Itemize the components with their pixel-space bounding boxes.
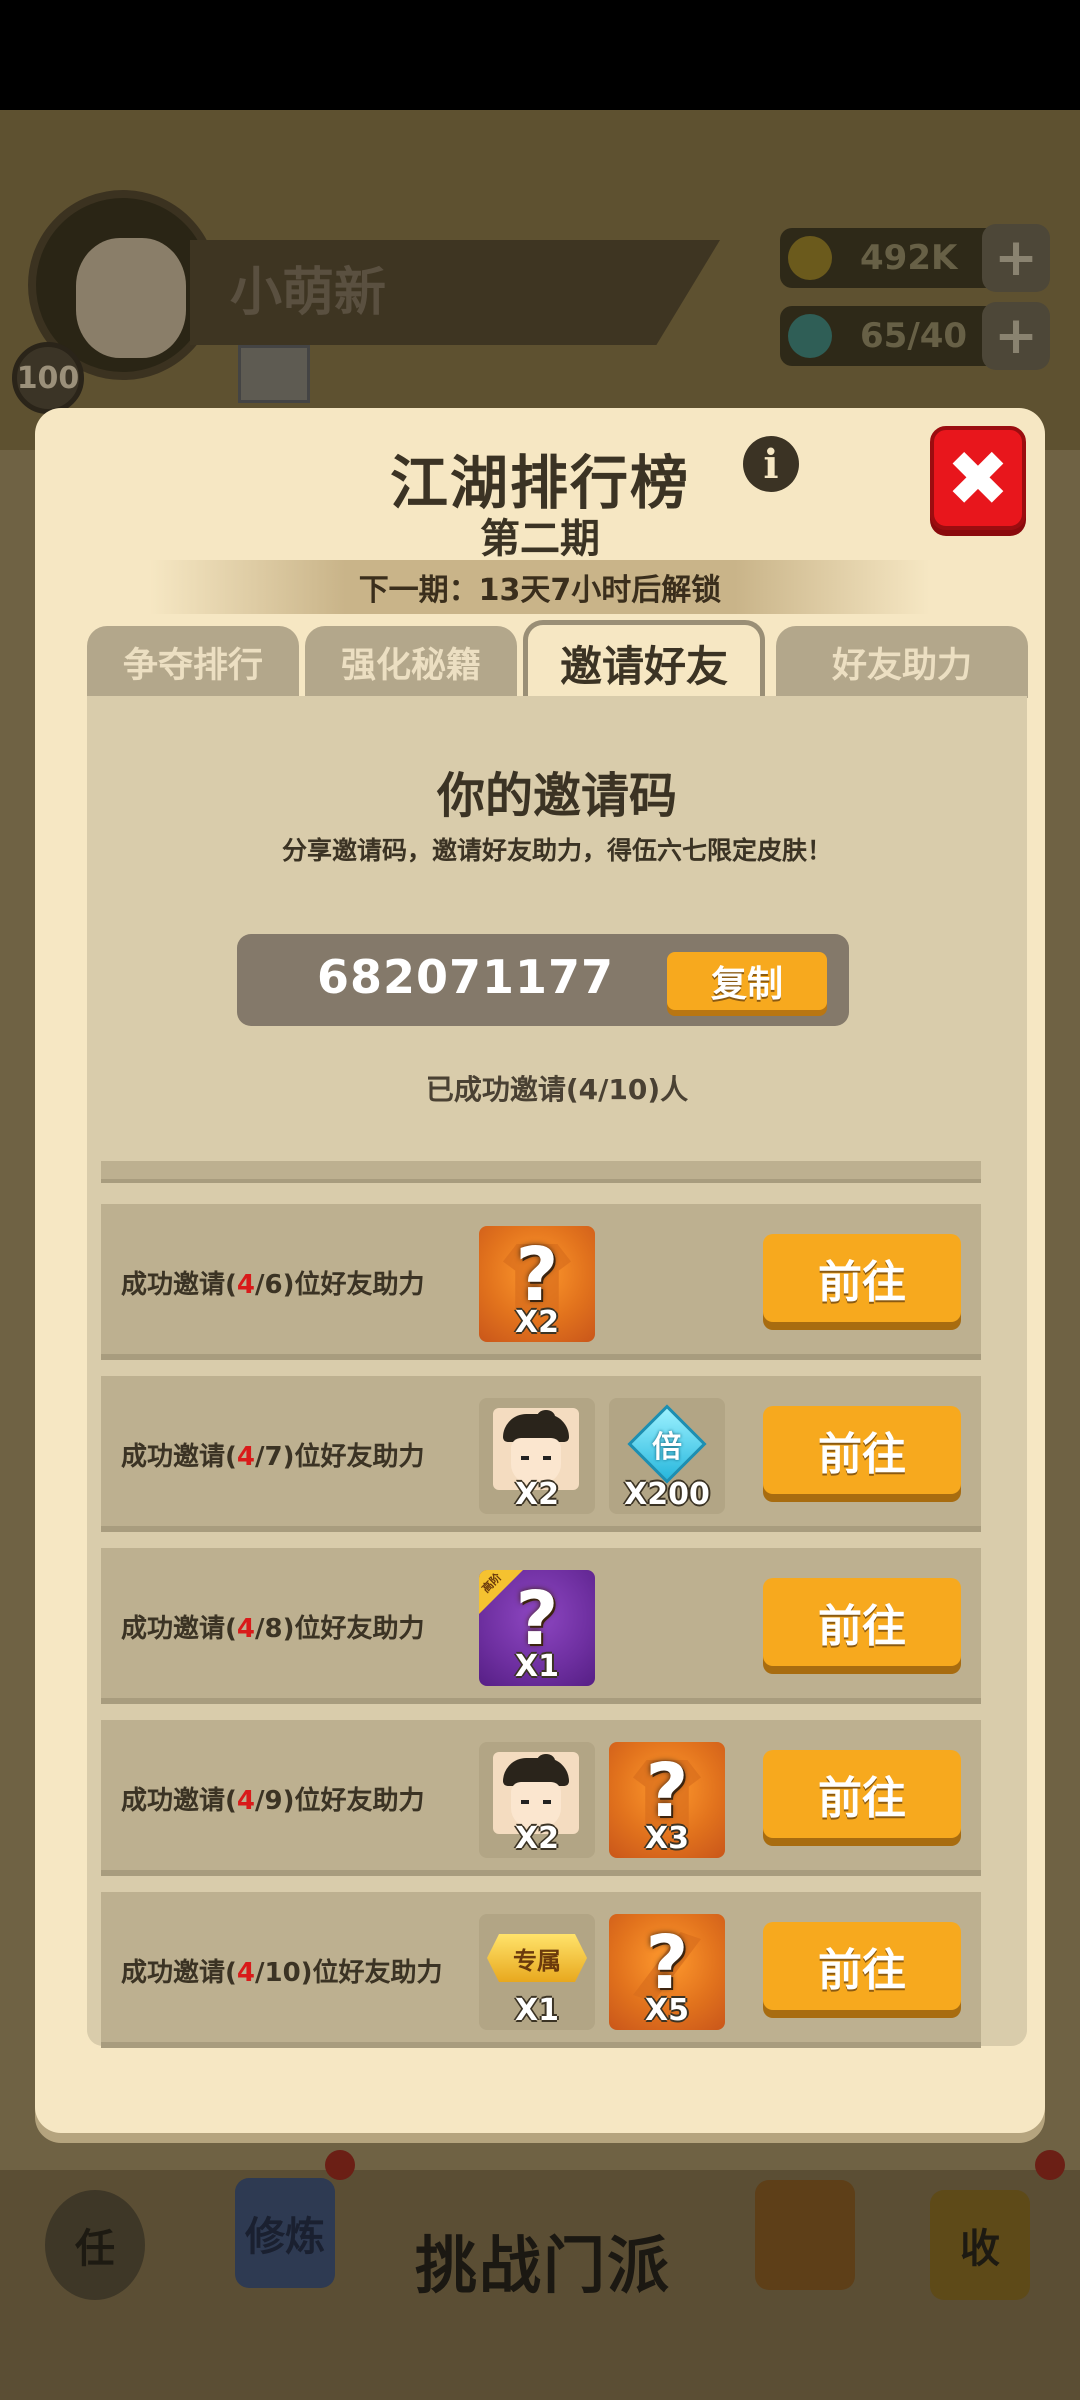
milestone-label: 成功邀请(4/7)位好友助力 bbox=[121, 1442, 425, 1472]
reward-quantity: X200 bbox=[624, 1477, 710, 1512]
current-count: 4 bbox=[236, 1270, 255, 1300]
info-icon[interactable]: i bbox=[743, 436, 799, 492]
stamina-resource: 65/40 + bbox=[780, 302, 1050, 370]
exclusive-badge-icon: 专属 bbox=[487, 1934, 587, 1982]
reward-multiplier-gem[interactable]: 倍 X200 bbox=[609, 1398, 725, 1514]
practice-notification-dot bbox=[325, 2150, 355, 2180]
player-name: 小萌新 bbox=[230, 263, 387, 323]
goto-button[interactable]: 前往 bbox=[763, 1922, 961, 2010]
practice-nav-icon[interactable]: 修炼 bbox=[235, 2178, 335, 2288]
current-count: 4 bbox=[236, 1614, 255, 1644]
unlock-notice: 下一期：13天7小时后解锁 bbox=[150, 560, 930, 614]
modal-subtitle: 第二期 bbox=[480, 516, 600, 562]
reward-quantity: X1 bbox=[514, 1649, 559, 1684]
reward-quantity: X3 bbox=[644, 1821, 689, 1856]
reward-quantity: X5 bbox=[644, 1993, 689, 2028]
invite-code: 682071177 bbox=[317, 950, 615, 1004]
list-item-partial bbox=[101, 1161, 981, 1183]
reward-character-portrait[interactable]: X2 bbox=[479, 1742, 595, 1858]
current-count: 4 bbox=[236, 1958, 255, 1988]
tab-ranking[interactable]: 争夺排行 bbox=[87, 626, 299, 698]
goto-button[interactable]: 前往 bbox=[763, 1406, 961, 1494]
level-badge: 100 bbox=[12, 342, 84, 414]
gold-value: 492K bbox=[860, 238, 958, 278]
tab-friend-assist[interactable]: 好友助力 bbox=[776, 626, 1028, 698]
milestone-label: 成功邀请(4/10)位好友助力 bbox=[121, 1958, 443, 1988]
task-nav-icon[interactable]: 任 bbox=[45, 2190, 145, 2300]
player-header: 100 小萌新 492K + 65/40 + bbox=[0, 110, 1080, 450]
tab-enhance-secrets[interactable]: 强化秘籍 bbox=[305, 626, 517, 698]
current-count: 4 bbox=[236, 1442, 255, 1472]
gold-coin-icon bbox=[788, 236, 832, 280]
stamina-drop-icon bbox=[788, 314, 832, 358]
invite-panel: 你的邀请码 分享邀请码，邀请好友助力，得伍六七限定皮肤！ 682071177 复… bbox=[87, 696, 1027, 2048]
invite-code-heading: 你的邀请码 bbox=[436, 768, 677, 824]
gem-glyph: 倍 bbox=[652, 1430, 682, 1465]
invited-count: 已成功邀请(4/10)人 bbox=[425, 1073, 689, 1106]
copy-button[interactable]: 复制 bbox=[667, 952, 827, 1010]
reward-quantity: X1 bbox=[514, 1993, 559, 2028]
collect-notification-dot bbox=[1035, 2150, 1065, 2180]
reward-advanced-mystery[interactable]: 高阶 ? X1 bbox=[479, 1570, 595, 1686]
milestone-row: 成功邀请(4/6)位好友助力 ? X2 前往 bbox=[101, 1204, 981, 1360]
reward-exclusive-badge[interactable]: 专属 X1 bbox=[479, 1914, 595, 2030]
milestone-label: 成功邀请(4/6)位好友助力 bbox=[121, 1270, 425, 1300]
status-bar bbox=[0, 0, 1080, 110]
reward-mystery-outfit[interactable]: ? X3 bbox=[609, 1742, 725, 1858]
reward-mystery-weapon[interactable]: ? X5 bbox=[609, 1914, 725, 2030]
add-gold-button[interactable]: + bbox=[982, 224, 1050, 292]
collect-nav-icon[interactable]: 收 bbox=[930, 2190, 1030, 2300]
gold-resource: 492K + bbox=[780, 224, 1050, 292]
equipment-nav-icon[interactable] bbox=[755, 2180, 855, 2290]
milestone-label: 成功邀请(4/8)位好友助力 bbox=[121, 1614, 425, 1644]
milestone-label: 成功邀请(4/9)位好友助力 bbox=[121, 1786, 425, 1816]
stamina-value: 65/40 bbox=[860, 316, 968, 356]
avatar-face bbox=[76, 238, 186, 358]
goto-button[interactable]: 前往 bbox=[763, 1578, 961, 1666]
invite-description: 分享邀请码，邀请好友助力，得伍六七限定皮肤！ bbox=[281, 836, 832, 865]
milestone-row: 成功邀请(4/9)位好友助力 X2 ? X3 前往 bbox=[101, 1720, 981, 1876]
milestone-row: 成功邀请(4/8)位好友助力 高阶 ? X1 前往 bbox=[101, 1548, 981, 1704]
current-count: 4 bbox=[236, 1786, 255, 1816]
ranking-modal: 江湖排行榜 i ✖ 第二期 下一期：13天7小时后解锁 争夺排行 强化秘籍 邀请… bbox=[35, 408, 1045, 2133]
mail-icon[interactable] bbox=[238, 345, 310, 403]
challenge-sect-button[interactable]: 挑战门派 bbox=[415, 2215, 671, 2305]
milestone-row: 成功邀请(4/7)位好友助力 X2 倍 X200 前往 bbox=[101, 1376, 981, 1532]
milestone-row: 成功邀请(4/10)位好友助力 专属 X1 ? X5 前往 bbox=[101, 1892, 981, 2048]
goto-button[interactable]: 前往 bbox=[763, 1234, 961, 1322]
reward-quantity: X2 bbox=[514, 1477, 559, 1512]
goto-button[interactable]: 前往 bbox=[763, 1750, 961, 1838]
add-stamina-button[interactable]: + bbox=[982, 302, 1050, 370]
reward-mystery-outfit[interactable]: ? X2 bbox=[479, 1226, 595, 1342]
reward-quantity: X2 bbox=[514, 1305, 559, 1340]
invite-code-box: 682071177 复制 bbox=[237, 934, 849, 1026]
reward-character-portrait[interactable]: X2 bbox=[479, 1398, 595, 1514]
tab-invite-friends[interactable]: 邀请好友 bbox=[523, 620, 765, 702]
reward-quantity: X2 bbox=[514, 1821, 559, 1856]
